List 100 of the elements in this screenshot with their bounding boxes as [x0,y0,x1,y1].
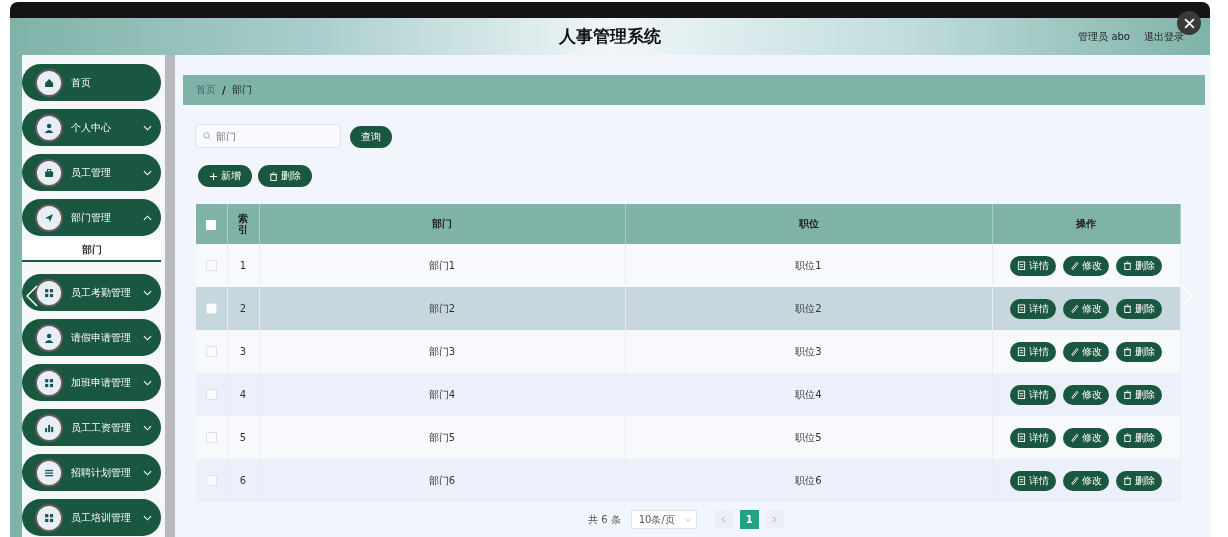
chevron-left-icon[interactable] [26,285,38,307]
sidebar-subitem[interactable]: 部门 [22,240,161,262]
previous-page-button[interactable] [714,510,733,528]
pencil-icon [1070,476,1079,485]
table-cell: 部门2 [428,302,456,314]
pencil-icon [1070,433,1079,442]
table-cell: 职位1 [795,259,822,271]
edit-button[interactable]: 修改 [1063,384,1109,405]
plus-icon [209,171,218,181]
details-button[interactable]: 详情 [1010,341,1056,362]
row-checkbox[interactable] [205,389,217,401]
logout-link[interactable]: 退出登录 [1144,29,1184,44]
sidebar-item[interactable]: 请假申请管理 [22,319,161,356]
bar-chart-icon [35,413,63,442]
table-cell: 职位2 [795,302,822,314]
next-page-button[interactable] [765,510,784,528]
details-button[interactable]: 详情 [1010,470,1056,491]
document-icon [1017,433,1026,442]
page-size-select[interactable]: 10条/页 [630,510,697,529]
pencil-icon [1070,347,1079,356]
table-cell: 部门4 [428,388,456,400]
pencil-icon [1070,390,1079,399]
column-header: 操作 [1076,218,1096,229]
table-row[interactable]: 4 部门4 职位4 详情 修改 删除 [196,373,1180,416]
grid-icon [35,368,63,397]
search-field[interactable]: 部门 [195,124,341,148]
search-icon [203,132,211,140]
column-header: 职位 [798,218,819,229]
sidebar-item[interactable]: 员工管理 [22,154,161,191]
row-checkbox[interactable] [205,475,217,487]
delete-button[interactable]: 删除 [258,165,312,187]
search-button[interactable]: 查询 [350,125,392,148]
row-checkbox[interactable] [205,432,217,444]
row-checkbox[interactable] [205,346,217,358]
trash-icon [269,171,278,181]
home-icon [35,68,63,97]
delete-button[interactable]: 删除 [1116,255,1162,276]
sidebar-item[interactable]: 员工工资管理 [22,409,161,446]
sidebar-item[interactable]: 部门管理 [22,199,161,236]
breadcrumb-separator: / [222,84,226,96]
details-button[interactable]: 详情 [1010,427,1056,448]
chevron-right-icon[interactable] [1181,285,1193,307]
table-cell: 部门1 [428,259,456,271]
delete-button[interactable]: 删除 [1116,298,1162,319]
table-cell: 5 [239,432,247,443]
sidebar-item[interactable]: 加班申请管理 [22,364,161,401]
chevron-down-icon [684,517,691,522]
table-row[interactable]: 2 部门2 职位2 详情 修改 删除 [196,287,1180,330]
user-icon [35,323,63,352]
document-icon [1017,261,1026,270]
table-cell: 部门6 [428,474,456,486]
app-title: 人事管理系统 [559,25,661,48]
chevron-left-icon [721,515,727,523]
table-cell: 2 [239,303,247,314]
table-row[interactable]: 3 部门3 职位3 详情 修改 删除 [196,330,1180,373]
details-button[interactable]: 详情 [1010,298,1056,319]
briefcase-icon [35,158,63,187]
edit-button[interactable]: 修改 [1063,427,1109,448]
delete-button[interactable]: 删除 [1116,384,1162,405]
delete-button[interactable]: 删除 [1116,341,1162,362]
user-icon [35,113,63,142]
close-icon [1183,17,1195,29]
sidebar-item[interactable]: 员工培训管理 [22,499,161,536]
row-checkbox[interactable] [205,260,217,272]
delete-button[interactable]: 删除 [1116,470,1162,491]
sidebar-item[interactable]: 首页 [22,64,161,101]
table-row[interactable]: 6 部门6 职位6 详情 修改 删除 [196,459,1180,502]
details-button[interactable]: 详情 [1010,384,1056,405]
edit-button[interactable]: 修改 [1063,341,1109,362]
trash-icon [1123,261,1132,270]
table-cell: 部门5 [428,431,456,443]
pencil-icon [1070,261,1079,270]
trash-icon [1123,433,1132,442]
table-cell: 职位5 [795,431,822,443]
column-header: 部门 [432,218,452,229]
edit-button[interactable]: 修改 [1063,470,1109,491]
edit-button[interactable]: 修改 [1063,255,1109,276]
add-button[interactable]: 新增 [198,165,252,187]
trash-icon [1123,347,1132,356]
trash-icon [1123,390,1132,399]
table-cell: 职位3 [795,345,822,357]
sidebar-item[interactable]: 员工考勤管理 [22,274,161,311]
table-row[interactable]: 1 部门1 职位1 详情 修改 删除 [196,244,1180,287]
row-checkbox[interactable] [205,303,217,315]
sidebar-item[interactable]: 个人中心 [22,109,161,146]
document-icon [1017,347,1026,356]
edit-button[interactable]: 修改 [1063,298,1109,319]
delete-button[interactable]: 删除 [1116,427,1162,448]
column-header: 索引 [238,213,248,235]
table-row[interactable]: 5 部门5 职位5 详情 修改 删除 [196,416,1180,459]
table-cell: 4 [239,389,247,400]
details-button[interactable]: 详情 [1010,255,1056,276]
table-cell: 1 [239,260,247,271]
table-cell: 3 [239,346,247,357]
select-all-checkbox[interactable] [206,219,217,230]
pencil-icon [1070,304,1079,313]
grid-icon [35,503,63,532]
sidebar-item[interactable]: 招聘计划管理 [22,454,161,491]
chevron-right-icon [772,515,778,523]
table-cell: 6 [239,475,247,486]
